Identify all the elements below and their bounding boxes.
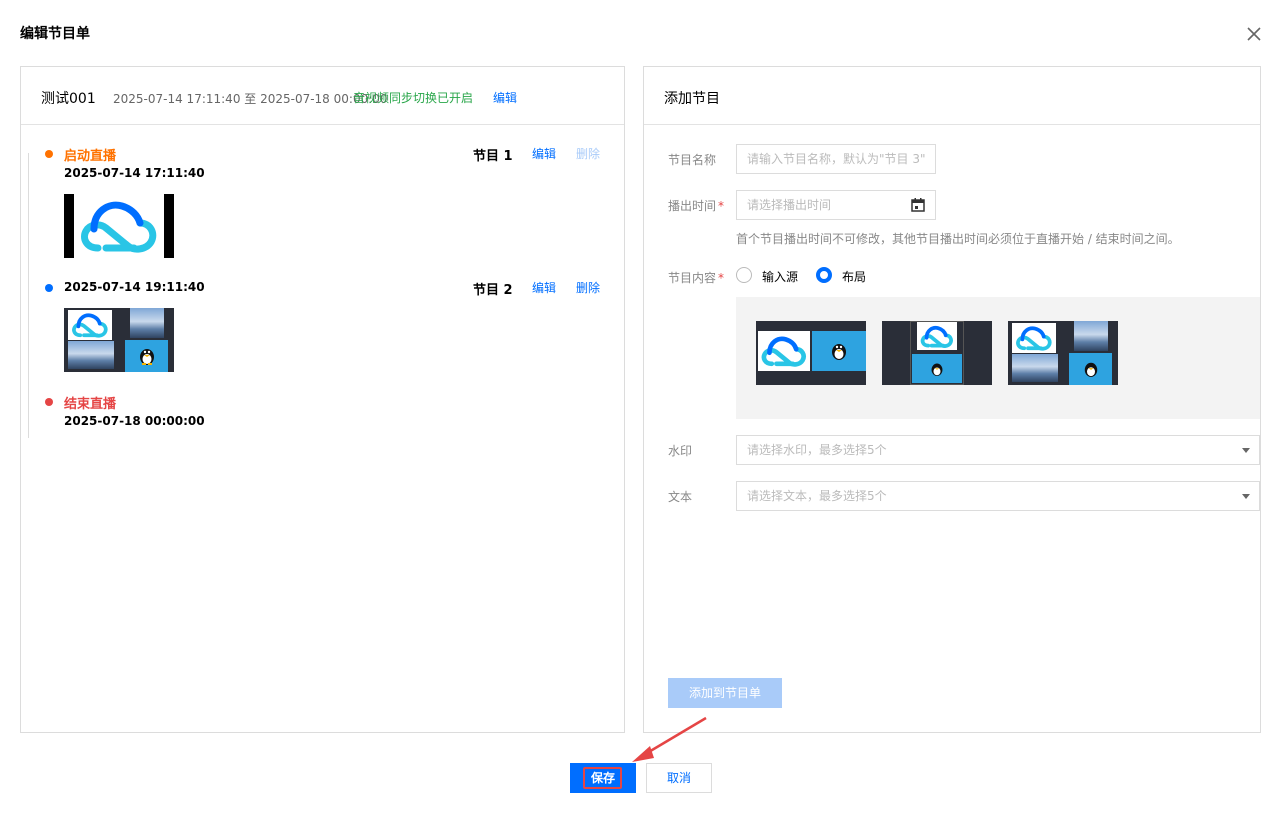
watermark-placeholder: 请选择水印，最多选择5个	[747, 443, 887, 457]
cloud-logo-icon	[1016, 326, 1052, 351]
program-name-input[interactable]: 请输入节目名称，默认为"节目 3"	[736, 144, 936, 174]
air-time-label: 播出时间 *	[668, 199, 725, 213]
timeline-dot-program-2	[45, 284, 53, 292]
layout-options-area	[736, 297, 1260, 419]
program-1-edit-link[interactable]: 编辑	[532, 145, 556, 162]
layout-option-1[interactable]	[756, 321, 866, 385]
program-2-time: 2025-07-14 19:11:40	[64, 280, 205, 294]
cloud-logo-icon	[761, 336, 806, 367]
radio-layout[interactable]	[816, 267, 832, 283]
required-mark: *	[718, 271, 725, 285]
penguin-icon	[1084, 362, 1097, 377]
cloud-logo-icon	[81, 201, 157, 253]
penguin-icon	[139, 349, 154, 365]
watermark-select[interactable]: 请选择水印，最多选择5个	[736, 435, 1260, 465]
program-name-label: 节目名称	[668, 153, 717, 167]
program-1-name: 节目 1	[473, 149, 513, 164]
program-2-edit-link[interactable]: 编辑	[532, 279, 556, 296]
sync-status: 音视频同步切换已开启	[353, 91, 474, 105]
layout-option-3[interactable]	[1008, 321, 1118, 385]
end-live-label: 结束直播	[64, 397, 117, 412]
radio-input-source-label[interactable]: 输入源	[762, 268, 798, 285]
program-2-thumbnail	[64, 308, 174, 372]
schedule-header: 测试001 2025-07-14 17:11:40 至 2025-07-18 0…	[21, 67, 624, 125]
edit-channel-link[interactable]: 编辑	[493, 89, 517, 106]
chevron-down-icon	[1242, 448, 1250, 453]
end-time: 2025-07-18 00:00:00	[64, 414, 205, 428]
timeline-dot-end	[45, 398, 53, 406]
cloud-logo-icon	[72, 313, 108, 338]
cloud-logo-icon	[920, 325, 953, 348]
air-time-picker[interactable]: 请选择播出时间	[736, 190, 936, 220]
layout-option-2[interactable]	[882, 321, 992, 385]
text-placeholder: 请选择文本，最多选择5个	[747, 489, 887, 503]
save-button[interactable]: 保存	[570, 763, 636, 793]
add-program-header: 添加节目	[644, 67, 1260, 125]
program-1-time: 2025-07-14 17:11:40	[64, 166, 205, 180]
required-mark: *	[718, 199, 725, 213]
text-label: 文本	[668, 490, 693, 504]
timeline-line	[28, 153, 29, 438]
text-select[interactable]: 请选择文本，最多选择5个	[736, 481, 1260, 511]
add-to-schedule-button[interactable]: 添加到节目单	[668, 678, 782, 708]
dialog-title: 编辑节目单	[20, 26, 90, 42]
penguin-icon	[931, 363, 943, 376]
program-2-delete-link[interactable]: 删除	[576, 279, 600, 296]
add-program-title: 添加节目	[664, 91, 720, 107]
program-1-thumbnail	[64, 194, 174, 258]
watermark-label: 水印	[668, 444, 693, 458]
radio-layout-label[interactable]: 布局	[842, 268, 866, 285]
air-time-placeholder: 请选择播出时间	[747, 198, 832, 212]
chevron-down-icon	[1242, 494, 1250, 499]
channel-name: 测试001	[41, 91, 96, 107]
program-1-delete-link[interactable]: 删除	[576, 145, 600, 162]
time-range: 2025-07-14 17:11:40 至 2025-07-18 00:00:0…	[113, 92, 388, 106]
radio-input-source[interactable]	[736, 267, 752, 283]
calendar-icon[interactable]	[911, 198, 925, 212]
air-time-hint: 首个节目播出时间不可修改，其他节目播出时间必须位于直播开始 / 结束时间之间。	[736, 232, 1180, 246]
timeline-dot-start	[45, 150, 53, 158]
program-2-name: 节目 2	[473, 283, 513, 298]
close-icon[interactable]	[1244, 24, 1264, 44]
content-label: 节目内容 *	[668, 271, 725, 285]
penguin-icon	[832, 344, 846, 360]
start-live-label: 启动直播	[64, 149, 117, 164]
cancel-button[interactable]: 取消	[646, 763, 712, 793]
